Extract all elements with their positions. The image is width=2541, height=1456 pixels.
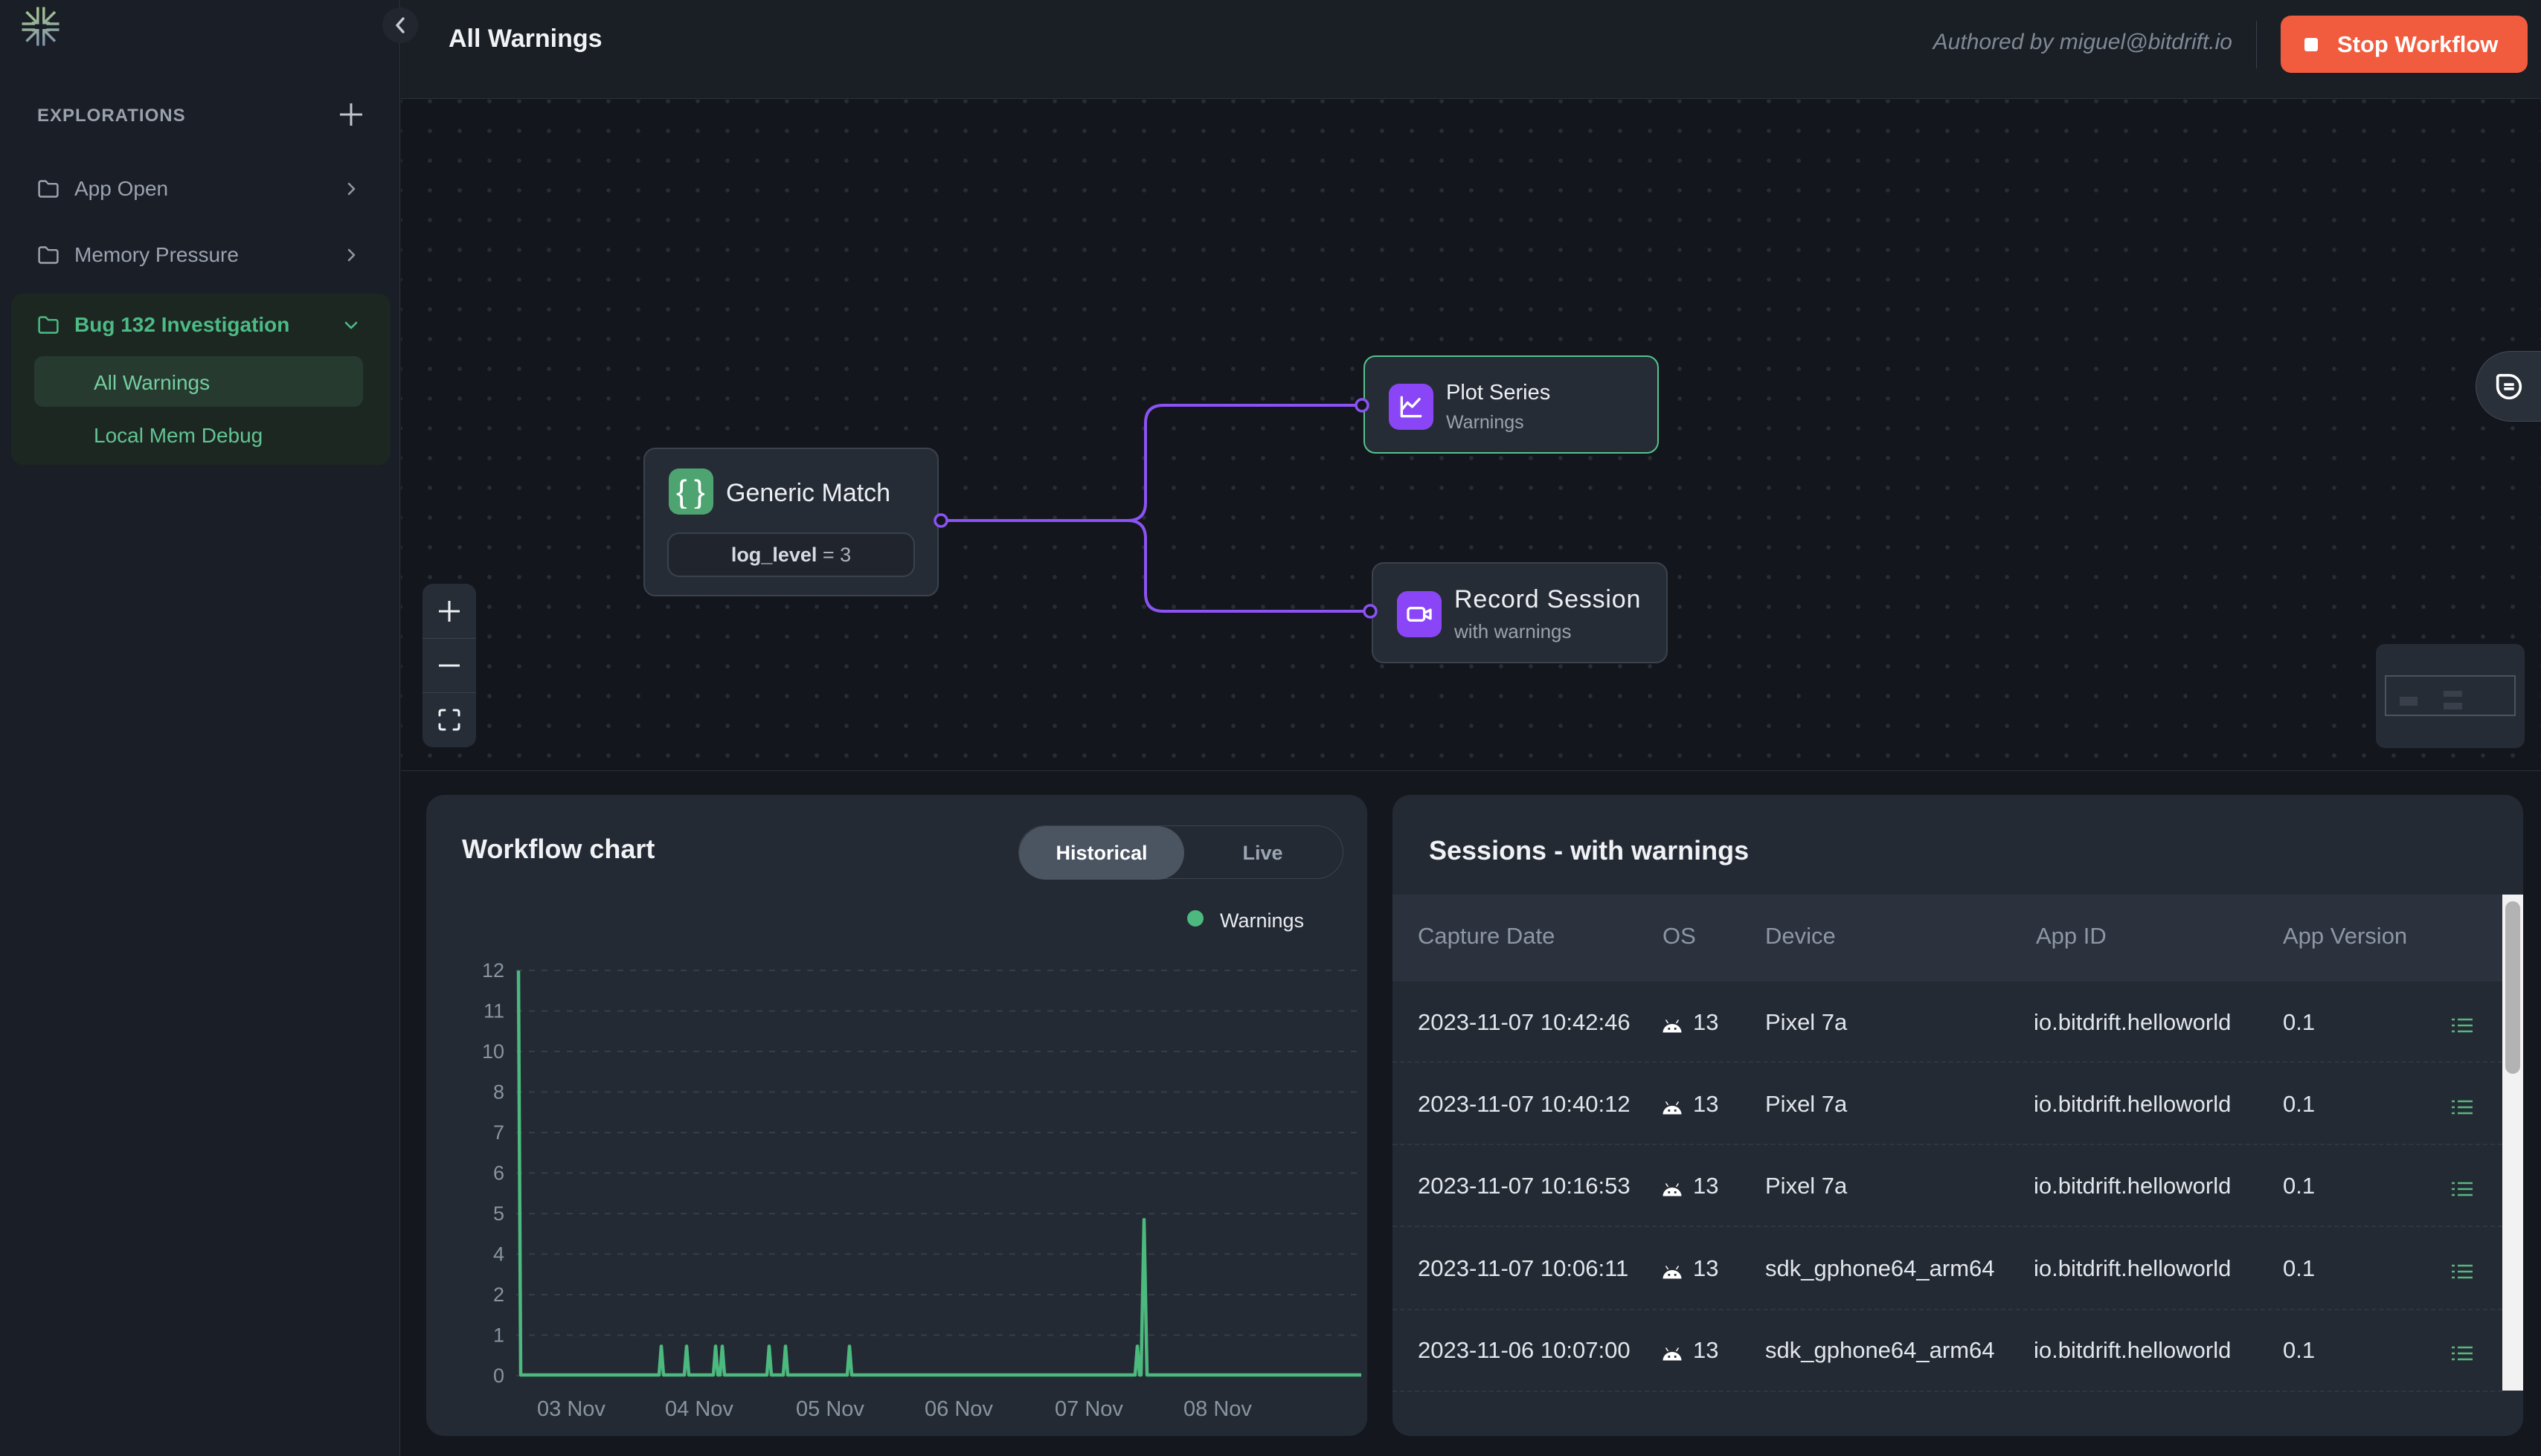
svg-text:08 Nov: 08 Nov xyxy=(1183,1397,1252,1421)
svg-text:4: 4 xyxy=(493,1243,504,1266)
svg-text:07 Nov: 07 Nov xyxy=(1055,1397,1123,1421)
svg-text:06 Nov: 06 Nov xyxy=(925,1397,993,1421)
svg-text:05 Nov: 05 Nov xyxy=(796,1397,864,1421)
svg-text:0: 0 xyxy=(493,1365,504,1387)
svg-text:7: 7 xyxy=(493,1121,504,1144)
svg-text:}: } xyxy=(694,474,705,509)
svg-text:8: 8 xyxy=(493,1081,504,1104)
svg-text:03 Nov: 03 Nov xyxy=(537,1397,605,1421)
svg-text:{: { xyxy=(676,474,687,509)
svg-text:04 Nov: 04 Nov xyxy=(665,1397,733,1421)
svg-text:11: 11 xyxy=(484,1000,504,1022)
svg-text:2: 2 xyxy=(493,1283,504,1306)
svg-text:5: 5 xyxy=(493,1202,504,1225)
svg-text:10: 10 xyxy=(482,1040,504,1063)
svg-text:6: 6 xyxy=(493,1162,504,1185)
svg-text:1: 1 xyxy=(493,1324,504,1347)
svg-text:12: 12 xyxy=(482,959,504,982)
